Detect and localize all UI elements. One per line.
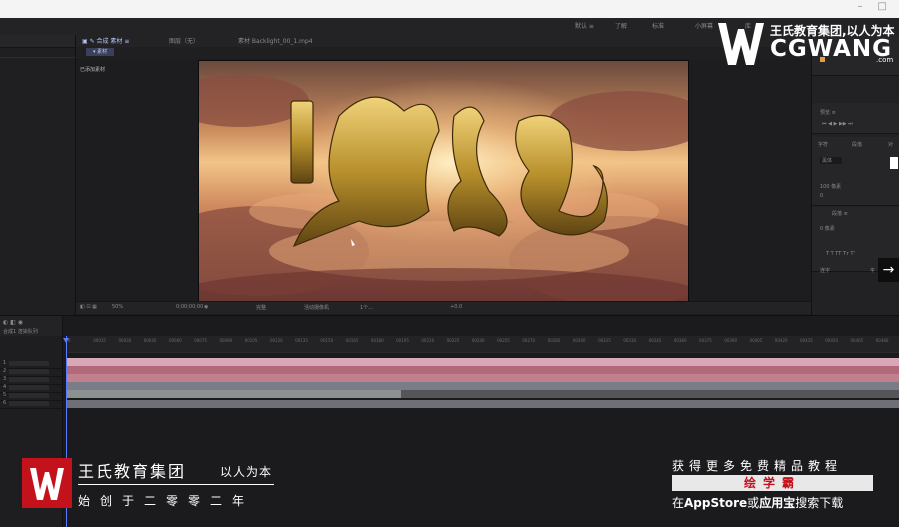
- ruler-tick: 00420: [774, 338, 788, 343]
- layer-bar-2[interactable]: [66, 366, 899, 374]
- brand-divider: [78, 484, 274, 485]
- ruler-tick: 00150: [320, 338, 334, 343]
- layer-bar-5[interactable]: [66, 390, 401, 398]
- exposure-value[interactable]: +0.0: [450, 304, 462, 310]
- layer-bar-3[interactable]: [66, 374, 899, 382]
- ruler-tick: 00225: [446, 338, 460, 343]
- viewer-controls: ◧ ⊡ ▦ 50% 0;00;00;00 ◉ 完整 活动摄像机 1个... +0…: [76, 301, 811, 314]
- ruler-tick: 00015: [93, 338, 106, 343]
- company-motto: 以人为本: [220, 465, 273, 479]
- ruler-tick: 00105: [244, 338, 258, 343]
- ruler-tick: 00330: [623, 338, 637, 343]
- ruler-tick: 00060: [168, 338, 182, 343]
- ruler-tick: 00375: [699, 338, 712, 343]
- camera-icon[interactable]: ◉: [204, 304, 208, 310]
- ruler-tick: 00315: [598, 338, 611, 343]
- layer-bar-6[interactable]: [66, 400, 899, 408]
- tab-align[interactable]: 对: [888, 141, 893, 148]
- ruler-tick: 00270: [522, 338, 536, 343]
- ruler-tick: 00480: [875, 338, 889, 343]
- ruler-tick: 00285: [547, 338, 561, 343]
- fill-color-swatch[interactable]: [890, 157, 898, 169]
- layer-label: 已添加素材: [80, 67, 106, 73]
- project-divider: [0, 57, 75, 58]
- hindi-checkbox[interactable]: 平: [870, 267, 875, 274]
- ruler-tick: 00435: [800, 338, 813, 343]
- chevron-right-icon[interactable]: →: [878, 258, 899, 282]
- window-controls[interactable]: – □: [857, 1, 893, 12]
- workspace-default[interactable]: 默认 ≡: [575, 21, 594, 30]
- layer-bar-5b[interactable]: [401, 390, 899, 398]
- ruler-tick: 00465: [850, 338, 864, 343]
- composition-viewer[interactable]: [198, 60, 689, 303]
- ruler-tick: 00210: [421, 338, 435, 343]
- preview-title: 预览 ≡: [820, 110, 836, 116]
- cgwang-logo: [716, 21, 766, 71]
- promo-download: 在AppStore或应用宝搜索下载: [672, 496, 844, 510]
- comp-chip[interactable]: ▾ 素材: [86, 48, 114, 56]
- lock-icon[interactable]: ◐ ◧ ◉: [3, 319, 23, 326]
- play-icon[interactable]: ⏮ ◀ ▶ ▶▶ ⏭: [822, 121, 853, 127]
- layer-bar-1[interactable]: [66, 358, 899, 366]
- watermark-brand: CGWANG: [770, 36, 893, 62]
- title-bar: – □: [0, 0, 899, 18]
- active-camera-select[interactable]: 活动摄像机: [304, 304, 329, 311]
- workspace-small-screen[interactable]: 小屏幕: [695, 21, 713, 30]
- layer-row[interactable]: 6: [0, 400, 62, 409]
- ruler-tick: 00135: [295, 338, 308, 343]
- ruler-tick: 00165: [345, 338, 359, 343]
- ruler-tick: 00390: [724, 338, 738, 343]
- ruler-tick: 00195: [396, 338, 409, 343]
- font-size-field[interactable]: 100 像素: [820, 183, 841, 190]
- playhead-handle[interactable]: [63, 338, 69, 343]
- views-select[interactable]: 1个...: [360, 304, 373, 311]
- character-panel: 字符 段落 对 黑体 100 像素 0: [812, 137, 899, 206]
- timeline-header: ◐ ◧ ◉ 合成1 渲染队列: [0, 316, 62, 336]
- company-name: 王氏教育集团: [78, 462, 187, 481]
- indent-field[interactable]: 0 像素: [820, 225, 835, 232]
- promo-app-name: 绘学霸: [672, 475, 873, 491]
- tab-paragraph[interactable]: 段落: [852, 141, 862, 148]
- timecode[interactable]: 0;00;00;00: [176, 304, 203, 310]
- preview-panel: 预览 ≡ ⏮ ◀ ▶ ▶▶ ⏭: [812, 103, 899, 134]
- viewer-frame: [199, 61, 688, 302]
- ruler-tick: 00360: [673, 338, 687, 343]
- font-family-select[interactable]: 黑体: [820, 157, 843, 164]
- ruler-tick: 00120: [269, 338, 283, 343]
- ruler-tick: 00450: [825, 338, 838, 343]
- viewer-tools-icon[interactable]: ◧ ⊡ ▦: [80, 304, 97, 310]
- tab-layer[interactable]: 图层（无）: [169, 36, 199, 45]
- ligature-checkbox[interactable]: 连字: [820, 267, 830, 274]
- ruler-tick: 00240: [471, 338, 485, 343]
- composition-breadcrumb: ▾ 素材: [76, 47, 811, 59]
- tab-footage[interactable]: 素材 Backlight_00_1.mp4: [238, 36, 313, 45]
- company-since: 始创于二零零二年: [78, 494, 255, 508]
- project-panel-header: [0, 35, 75, 48]
- text-style-icon[interactable]: T T TT Tт T': [826, 251, 855, 257]
- ruler-tick: 00255: [497, 338, 510, 343]
- zoom-select[interactable]: 50%: [112, 304, 123, 310]
- wang-logo: [22, 458, 72, 512]
- tab-character[interactable]: 字符: [818, 141, 828, 148]
- watermark-domain: .com: [876, 56, 894, 64]
- time-ruler[interactable]: 0 00015 00030 00045 00060 00075 00090 00105 0012…: [66, 336, 899, 353]
- layer-bar-4[interactable]: [66, 382, 899, 390]
- project-panel: [0, 35, 76, 315]
- ruler-tick: 00405: [749, 338, 763, 343]
- ruler-tick: 00345: [648, 338, 662, 343]
- ruler-tick: 00045: [143, 338, 157, 343]
- workspace-learn[interactable]: 了解: [615, 21, 627, 30]
- ruler-tick: 00090: [219, 338, 233, 343]
- ruler-tick: 00075: [194, 338, 207, 343]
- quality-select[interactable]: 完整: [256, 304, 266, 311]
- promo-headline: 获得更多免费精品教程: [672, 459, 843, 473]
- paragraph-title: 段落 ≡: [832, 211, 848, 217]
- tab-composition[interactable]: ▣ ✎ 合成 素材 ≡: [82, 36, 129, 45]
- ruler-tick: 00180: [370, 338, 384, 343]
- tracking-field[interactable]: 0: [820, 193, 823, 199]
- workspace-standard[interactable]: 标准: [652, 21, 664, 30]
- ruler-tick: 00030: [118, 338, 132, 343]
- comp-name: 合成1 渲染队列: [3, 329, 38, 335]
- ruler-tick: 00300: [572, 338, 586, 343]
